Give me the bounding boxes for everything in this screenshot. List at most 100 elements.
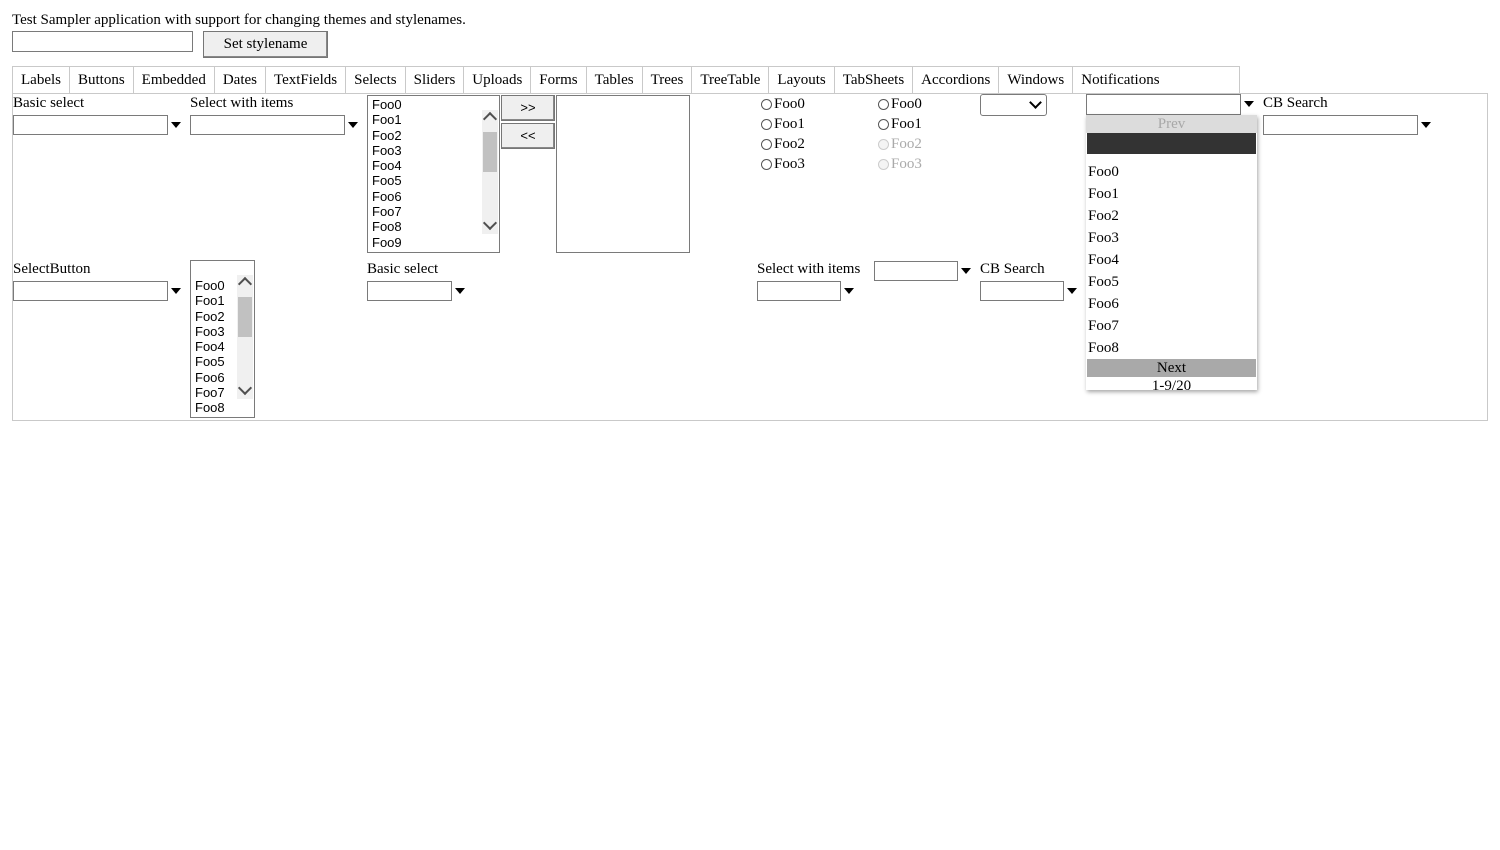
radio-option[interactable]: Foo1 [878,114,922,134]
tab-layouts[interactable]: Layouts [769,67,835,93]
list-item[interactable]: Foo8 [368,219,499,234]
chevron-up-icon[interactable] [237,276,253,292]
list-item[interactable]: Foo1 [368,112,499,127]
basic-select-2-input[interactable] [367,281,452,301]
radio-button[interactable] [761,118,772,130]
native-select[interactable] [980,94,1047,116]
radio-group-2: Foo0 Foo1 Foo2 Foo3 [878,94,922,174]
tab-trees[interactable]: Trees [643,67,693,93]
tab-notifications[interactable]: Notifications [1073,67,1167,93]
tab-accordions[interactable]: Accordions [913,67,1000,93]
tab-dates[interactable]: Dates [215,67,266,93]
select-with-items-label: Select with items [190,95,294,111]
tab-uploads[interactable]: Uploads [464,67,532,93]
selectbutton-label: SelectButton [13,261,91,277]
set-stylename-button[interactable]: Set stylename [203,31,328,58]
selectbutton-input[interactable] [13,281,168,301]
listbox-scrollbar[interactable] [237,275,253,399]
popup-item[interactable]: Foo3 [1086,227,1257,249]
radio-option-disabled: Foo3 [878,154,922,174]
radio-option[interactable]: Foo0 [761,94,805,114]
radio-option[interactable]: Foo1 [761,114,805,134]
caret-down-icon[interactable] [171,122,181,128]
combobox-popup: Prev Foo0 Foo1 Foo2 Foo3 Foo4 Foo5 Foo6 … [1086,115,1257,394]
cb-search-input[interactable] [1263,115,1418,135]
twincol-remove-button[interactable]: << [501,123,555,149]
tab-windows[interactable]: Windows [999,67,1074,93]
list-item[interactable]: Foo9 [368,235,499,250]
caret-down-icon[interactable] [1067,288,1077,294]
popup-item[interactable]: Foo0 [1086,161,1257,183]
radio-button[interactable] [761,138,772,150]
list-item[interactable]: Foo0 [368,97,499,112]
small-listbox[interactable]: Foo0 Foo1 Foo2 Foo3 Foo4 Foo5 Foo6 Foo7 … [190,260,255,418]
basic-select-2-label: Basic select [367,261,439,277]
radio-option[interactable]: Foo2 [761,134,805,154]
scrollbar-thumb[interactable] [238,297,252,337]
basic-select-input[interactable] [13,115,168,135]
cb-search-2-input[interactable] [980,281,1064,301]
listbox-scrollbar[interactable] [482,110,498,234]
radio-button [878,138,889,150]
tab-forms[interactable]: Forms [531,67,587,93]
popup-item[interactable]: Foo6 [1086,293,1257,315]
radio-button[interactable] [761,98,772,110]
list-item[interactable]: Foo2 [368,128,499,143]
intro-text: Test Sampler application with support fo… [12,12,466,28]
tab-labels[interactable]: Labels [13,67,70,93]
list-item[interactable]: Foo4 [368,158,499,173]
tab-treetable[interactable]: TreeTable [692,67,770,93]
tab-selects[interactable]: Selects [346,67,406,93]
caret-down-icon[interactable] [1421,122,1431,128]
popup-item[interactable]: Foo8 [1086,337,1257,359]
select-with-items-input[interactable] [190,115,345,135]
radio-button[interactable] [761,158,772,170]
popup-status: 1-9/20 [1151,378,1192,394]
radio-option[interactable]: Foo3 [761,154,805,174]
popup-item[interactable]: Foo7 [1086,315,1257,337]
popup-item[interactable]: Foo1 [1086,183,1257,205]
select-with-items-2-filter-input[interactable] [874,261,958,281]
chevron-down-icon[interactable] [237,380,253,396]
stylename-input[interactable] [12,31,193,52]
popup-item[interactable]: Foo4 [1086,249,1257,271]
twincol-add-button[interactable]: >> [501,95,555,121]
radio-button[interactable] [878,118,889,130]
scrollbar-thumb[interactable] [483,132,497,172]
cb-search-2-label: CB Search [980,261,1045,277]
popup-next-button[interactable]: Next [1087,359,1256,377]
tab-textfields[interactable]: TextFields [266,67,347,93]
caret-down-icon[interactable] [1244,101,1254,107]
chevron-down-icon[interactable] [482,215,498,231]
tab-tables[interactable]: Tables [587,67,643,93]
list-item[interactable]: Foo8 [191,400,254,415]
select-with-items-2-input[interactable] [757,281,841,301]
chevron-down-icon[interactable] [1029,96,1042,109]
radio-button[interactable] [878,98,889,110]
tab-tabsheets[interactable]: TabSheets [835,67,914,93]
list-item[interactable]: Foo6 [368,189,499,204]
caret-down-icon[interactable] [961,268,971,274]
tab-buttons[interactable]: Buttons [70,67,134,93]
popup-selected-item[interactable] [1087,133,1256,154]
caret-down-icon[interactable] [455,288,465,294]
tab-embedded[interactable]: Embedded [134,67,215,93]
caret-down-icon[interactable] [348,122,358,128]
popup-prev-button[interactable]: Prev [1086,115,1257,133]
caret-down-icon[interactable] [171,288,181,294]
select-with-items-2-label: Select with items [757,261,861,277]
list-item[interactable]: Foo3 [368,143,499,158]
twincol-selected-list[interactable] [556,95,690,253]
radio-button [878,158,889,170]
combobox-input[interactable] [1086,94,1241,115]
tab-sliders[interactable]: Sliders [406,67,465,93]
popup-item[interactable]: Foo2 [1086,205,1257,227]
list-item[interactable]: Foo5 [368,173,499,188]
popup-item[interactable]: Foo5 [1086,271,1257,293]
listbox-select[interactable]: Foo0 Foo1 Foo2 Foo3 Foo4 Foo5 Foo6 Foo7 … [367,95,500,253]
list-item[interactable]: Foo7 [368,204,499,219]
radio-option[interactable]: Foo0 [878,94,922,114]
tab-bar: Labels Buttons Embedded Dates TextFields… [12,66,1240,94]
caret-down-icon[interactable] [844,288,854,294]
chevron-up-icon[interactable] [482,111,498,127]
